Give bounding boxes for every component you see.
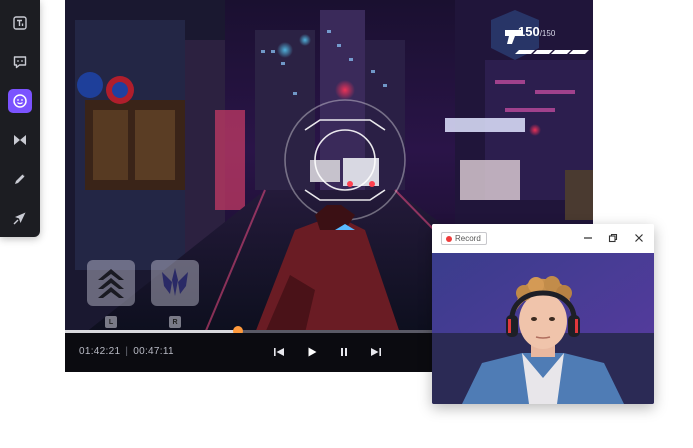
comment-tool-button[interactable]: [8, 50, 32, 74]
pen-tool-button[interactable]: [8, 167, 32, 191]
play-icon: [308, 347, 317, 357]
skill-left-button[interactable]: [87, 260, 135, 306]
time-current: 01:42:21: [79, 346, 121, 357]
webcam-feed: [432, 253, 654, 404]
pause-button[interactable]: [336, 344, 352, 360]
record-badge[interactable]: Record: [441, 232, 487, 245]
speech-bubble-icon: [13, 56, 27, 69]
skill-left-key: L: [105, 316, 117, 328]
webcam-record-window[interactable]: Record: [432, 224, 654, 404]
skip-back-icon: [274, 348, 284, 356]
smiley-sticker-icon: [13, 94, 27, 108]
close-icon: [635, 234, 643, 242]
text-tool-button[interactable]: [8, 11, 32, 35]
minimize-icon: [584, 237, 592, 239]
skill-right-key: R: [169, 316, 181, 328]
record-window-titlebar[interactable]: Record: [432, 224, 654, 253]
ammo-total: /150: [539, 29, 556, 38]
maximize-button[interactable]: [607, 232, 619, 244]
record-dot-icon: [446, 235, 452, 242]
skill-right-button[interactable]: [151, 260, 199, 306]
sticker-tool-button[interactable]: [8, 89, 32, 113]
close-button[interactable]: [633, 232, 645, 244]
maximize-icon: [608, 233, 618, 243]
bowtie-transition-icon: [14, 135, 26, 145]
ammo-current: 150: [518, 24, 540, 39]
skip-forward-button[interactable]: [368, 344, 384, 360]
transition-tool-button[interactable]: [8, 128, 32, 152]
text-box-icon: [13, 16, 27, 30]
cursor-click-icon: [13, 212, 26, 225]
chevron-up-rank-icon: [98, 269, 124, 298]
crest-emblem-icon: [162, 268, 188, 296]
skip-back-button[interactable]: [271, 344, 287, 360]
minimize-button[interactable]: [582, 232, 594, 244]
pen-icon: [15, 173, 26, 184]
time-display: 01:42:21 | 00:47:11: [79, 346, 174, 357]
skip-forward-icon: [371, 348, 381, 356]
ammo-counter: 150/150: [518, 24, 555, 39]
time-total: 00:47:11: [133, 346, 174, 357]
pause-icon: [341, 348, 347, 356]
record-label: Record: [455, 234, 481, 243]
side-toolbar: [0, 0, 40, 237]
play-button[interactable]: [304, 344, 320, 360]
cursor-tool-button[interactable]: [8, 206, 32, 230]
time-separator: |: [125, 346, 129, 357]
